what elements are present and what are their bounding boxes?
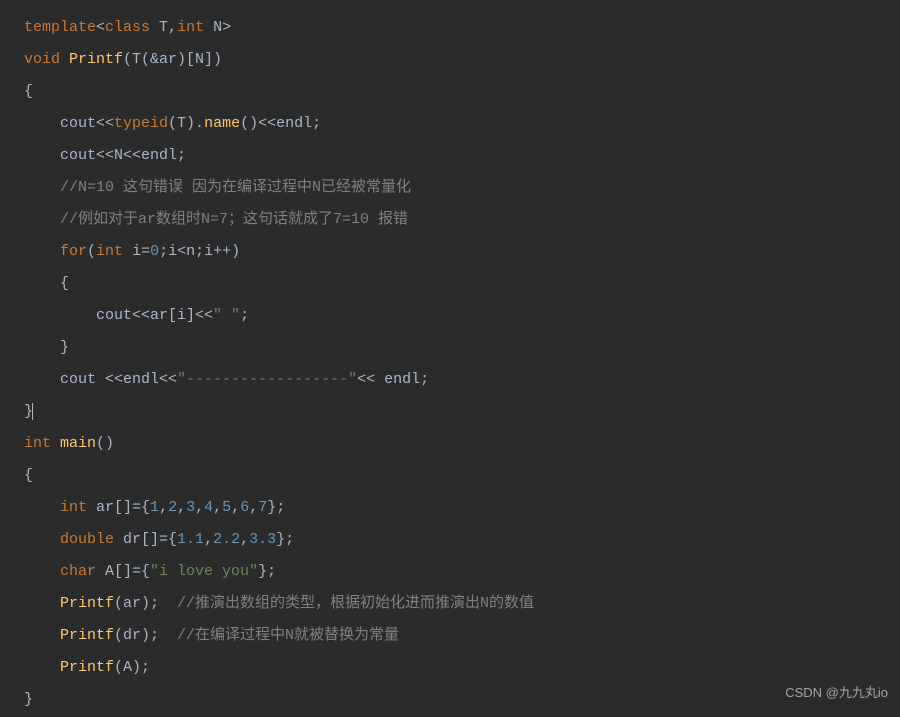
code-line: { [24,76,900,108]
code-line: cout<<N<<endl; [24,140,900,172]
code-line: } [24,332,900,364]
watermark-text: CSDN @九九丸io [785,677,888,709]
code-line: //例如对于ar数组时N=7；这句话就成了7=10 报错 [24,204,900,236]
code-line: { [24,268,900,300]
code-line: cout<<typeid(T).name()<<endl; [24,108,900,140]
code-line: char A[]={"i love you"}; [24,556,900,588]
code-line: cout <<endl<<"------------------"<< endl… [24,364,900,396]
code-line: void Printf(T(&ar)[N]) [24,44,900,76]
code-line: Printf(dr); //在编译过程中N就被替换为常量 [24,620,900,652]
code-line: } [24,396,900,428]
code-line: template<class T,int N> [24,12,900,44]
code-line: Printf(A); [24,652,900,684]
code-block: template<class T,int N>void Printf(T(&ar… [24,12,900,716]
code-line: Printf(ar); //推演出数组的类型，根据初始化进而推演出N的数值 [24,588,900,620]
code-line: { [24,460,900,492]
code-line: double dr[]={1.1,2.2,3.3}; [24,524,900,556]
code-line: for(int i=0;i<n;i++) [24,236,900,268]
code-line: int main() [24,428,900,460]
code-line: //N=10 这句错误 因为在编译过程中N已经被常量化 [24,172,900,204]
code-line: int ar[]={1,2,3,4,5,6,7}; [24,492,900,524]
code-line: cout<<ar[i]<<" "; [24,300,900,332]
code-line: } [24,684,900,716]
